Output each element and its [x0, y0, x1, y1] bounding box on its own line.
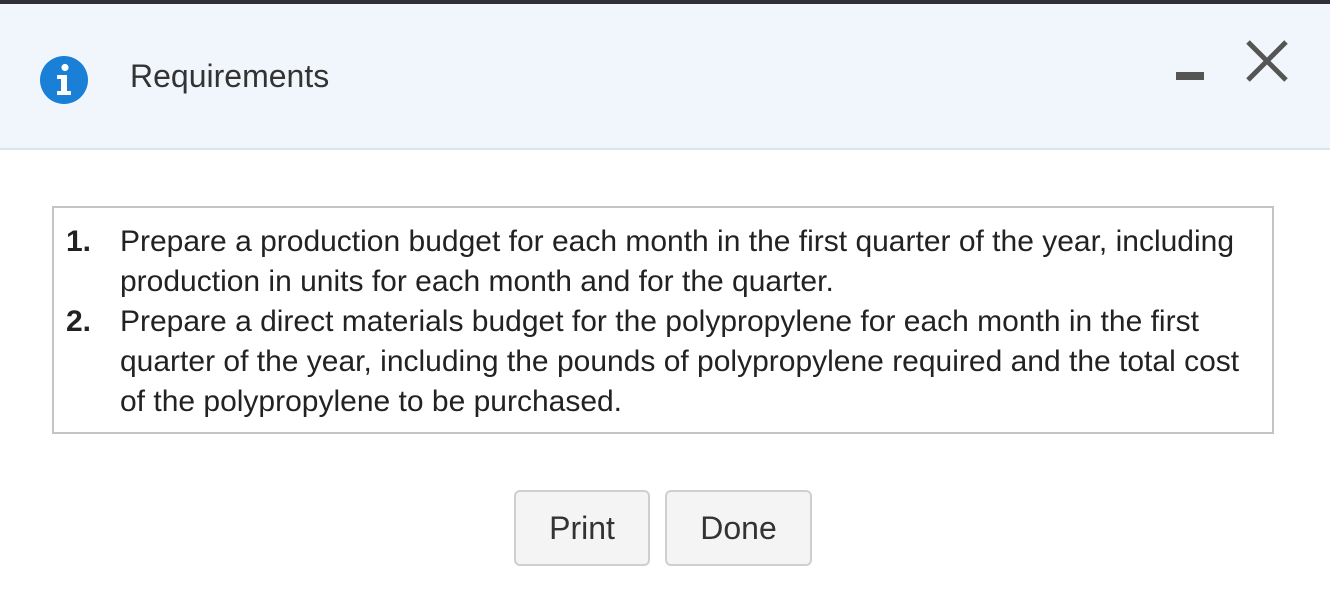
dialog-title: Requirements: [130, 58, 330, 94]
info-icon: [40, 56, 88, 104]
close-icon: [1246, 40, 1288, 82]
minimize-button[interactable]: [1166, 58, 1214, 98]
requirement-number: 2.: [66, 305, 92, 338]
requirement-number: 1.: [66, 225, 92, 258]
requirement-text: Prepare a direct materials budget for th…: [120, 305, 1240, 418]
requirement-item: 2. Prepare a direct materials budget for…: [54, 302, 1258, 422]
minimize-icon: [1176, 72, 1204, 80]
requirement-item: 1. Prepare a production budget for each …: [54, 222, 1258, 302]
requirements-box: 1. Prepare a production budget for each …: [52, 206, 1274, 434]
dialog-header: Requirements: [0, 4, 1330, 150]
print-button[interactable]: Print: [514, 490, 650, 566]
done-button[interactable]: Done: [665, 490, 812, 566]
requirements-list: 1. Prepare a production budget for each …: [54, 222, 1258, 422]
requirement-text: Prepare a production budget for each mon…: [120, 225, 1235, 298]
close-button[interactable]: [1238, 32, 1296, 90]
